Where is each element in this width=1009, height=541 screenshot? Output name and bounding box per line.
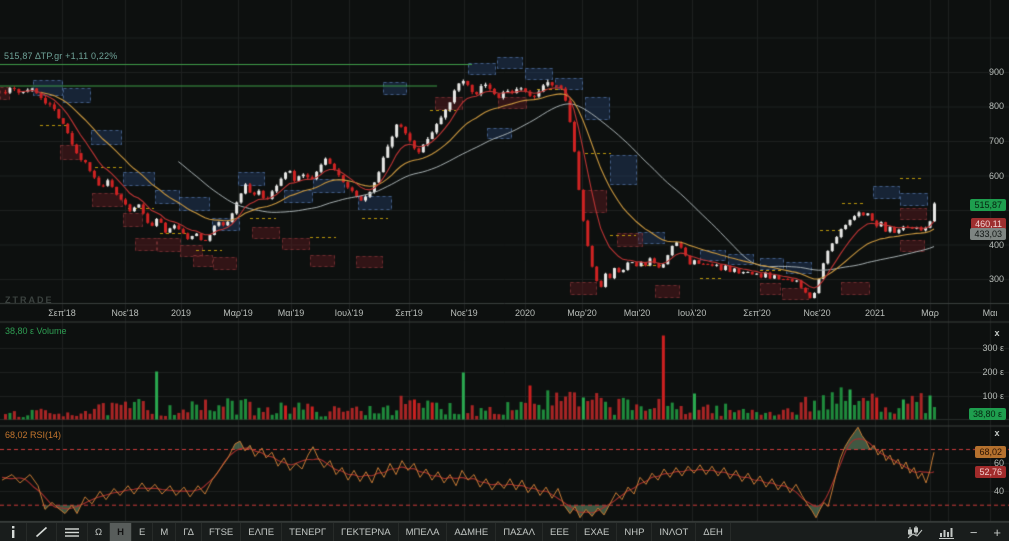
info-icon bbox=[8, 526, 18, 538]
volume-close-icon[interactable]: x bbox=[990, 327, 1004, 339]
price-chart-canvas[interactable] bbox=[0, 0, 1009, 522]
tab-ΙΝΛΟΤ[interactable]: ΙΝΛΟΤ bbox=[652, 523, 697, 541]
tab-ΠΑΣΑΛ[interactable]: ΠΑΣΑΛ bbox=[496, 523, 543, 541]
tab-Η[interactable]: Η bbox=[110, 523, 132, 541]
bottom-toolbar: Ω Η Ε Μ ΓΔ FTSE ΕΛΠΕ ΤΕΝΕΡΓ ΓΕΚΤΕΡΝΑ ΜΠΕΛΑ ΑΔΜΗΕ ΠΑ… bbox=[0, 522, 1009, 541]
toolbar-right-group: − + bbox=[899, 523, 1009, 541]
toolbar-zoom-out-button[interactable]: − bbox=[962, 523, 986, 541]
tab-Ε[interactable]: Ε bbox=[132, 523, 154, 541]
tab-FTSE[interactable]: FTSE bbox=[202, 523, 242, 541]
watchlist-icon bbox=[65, 527, 79, 538]
candlestick-chart-icon bbox=[907, 525, 923, 539]
toolbar-zoom-in-button[interactable]: + bbox=[985, 523, 1009, 541]
toolbar-watchlist-button[interactable] bbox=[57, 523, 88, 541]
tab-ΕΛΠΕ[interactable]: ΕΛΠΕ bbox=[241, 523, 283, 541]
toolbar-candlestick-chart-button[interactable] bbox=[899, 523, 931, 541]
toolbar-volume-histogram-button[interactable] bbox=[931, 523, 962, 541]
toolbar-pencil-button[interactable] bbox=[27, 523, 57, 541]
tab-ΜΠΕΛΑ[interactable]: ΜΠΕΛΑ bbox=[399, 523, 448, 541]
tab-ΓΕΚΤΕΡΝΑ[interactable]: ΓΕΚΤΕΡΝΑ bbox=[334, 523, 399, 541]
tab-Ω[interactable]: Ω bbox=[88, 523, 111, 541]
tab-ΓΔ[interactable]: ΓΔ bbox=[176, 523, 202, 541]
tab-ΕΧΑΕ[interactable]: ΕΧΑΕ bbox=[577, 523, 618, 541]
tab-ΤΕΝΕΡΓ[interactable]: ΤΕΝΕΡΓ bbox=[282, 523, 335, 541]
rsi-close-icon[interactable]: x bbox=[990, 427, 1004, 439]
tab-ΑΔΜΗΕ[interactable]: ΑΔΜΗΕ bbox=[447, 523, 497, 541]
tab-ΔΕΗ[interactable]: ΔΕΗ bbox=[696, 523, 731, 541]
tab-Μ[interactable]: Μ bbox=[153, 523, 177, 541]
volume-histogram-icon bbox=[938, 526, 954, 539]
toolbar-info-button[interactable] bbox=[0, 523, 27, 541]
tab-ΝΗΡ[interactable]: ΝΗΡ bbox=[617, 523, 653, 541]
tab-ΕΕΕ[interactable]: ΕΕΕ bbox=[543, 523, 577, 541]
pencil-icon bbox=[35, 526, 48, 538]
